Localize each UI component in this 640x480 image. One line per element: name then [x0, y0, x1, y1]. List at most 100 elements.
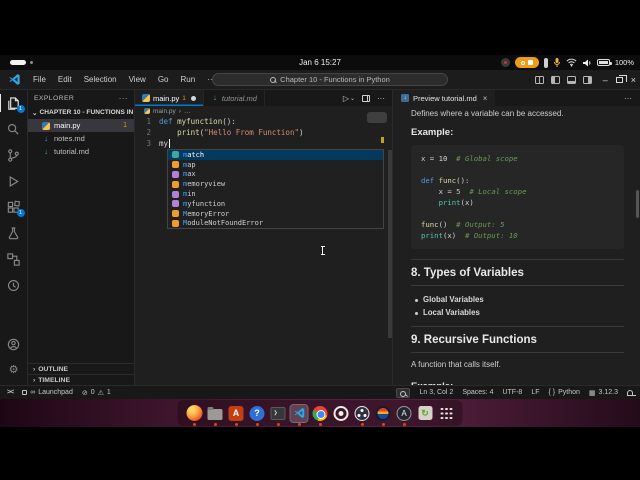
editor-scrollbar-slider[interactable] [367, 112, 387, 123]
activitybar-extension-clock[interactable] [0, 272, 28, 298]
divider [411, 285, 624, 286]
tab-main-py[interactable]: main.py 1 [135, 90, 204, 106]
breadcrumb[interactable]: main.py › … [135, 106, 392, 116]
workspace-folder-row[interactable]: ⌄ CHAPTER 10 - FUNCTIONS IN PYTH... [28, 106, 134, 119]
dock-show-applications[interactable] [438, 405, 455, 422]
menu-edit[interactable]: Edit [53, 73, 77, 86]
activitybar-bottom: ⚙ [0, 331, 28, 385]
suggest-item-memoryview[interactable]: memoryview [168, 179, 383, 189]
activitybar-settings[interactable]: ⚙ [0, 357, 28, 383]
menu-file[interactable]: File [28, 73, 51, 86]
screencast-zoom-icon[interactable] [396, 387, 411, 398]
activitybar-run-debug[interactable] [0, 168, 28, 194]
dock-screen-recorder[interactable] [333, 405, 350, 422]
activitybar-source-control[interactable] [0, 142, 28, 168]
code-line-3[interactable]: 3 my [135, 138, 392, 149]
screen-recording-indicator[interactable] [514, 57, 539, 68]
explorer-more-icon[interactable]: ··· [119, 94, 128, 103]
dock-app-a-dark[interactable]: A [396, 405, 413, 422]
code-editor[interactable]: 1 def myfunction(): 2 print("Hello From F… [135, 116, 392, 149]
tab-preview-tutorial-md[interactable]: ↓ Preview tutorial.md × [393, 90, 496, 106]
problems-status-item[interactable]: ⊘ 0 ⚠ 1 [82, 389, 111, 397]
tab-tutorial-md[interactable]: ↓ tutorial.md [203, 90, 265, 106]
suggest-item-myfunction[interactable]: myfunction [168, 199, 383, 209]
tab-label: Preview tutorial.md [413, 93, 477, 103]
file-row-tutorial-md[interactable]: ↓ tutorial.md [28, 145, 134, 158]
restore-button[interactable] [615, 75, 627, 83]
dock-chrome[interactable] [312, 405, 329, 422]
suggest-item-modulenotfounderror[interactable]: ModuleNotFoundError [168, 219, 383, 229]
preview-scrollbar[interactable] [636, 190, 639, 218]
suggest-item-min[interactable]: min [168, 189, 383, 199]
debug-icon [9, 175, 19, 187]
toggle-secondary-sidebar-icon[interactable] [582, 76, 592, 84]
launchpad-icon [22, 390, 28, 395]
system-tray[interactable]: 100% [500, 55, 634, 70]
dock-firefox[interactable] [186, 405, 203, 422]
close-tab-icon[interactable]: × [483, 94, 488, 103]
breadcrumb-more[interactable]: … [184, 108, 191, 115]
menu-view[interactable]: View [124, 73, 151, 86]
activitybar-extensions[interactable]: 1 [0, 194, 28, 220]
wifi-icon [566, 58, 577, 67]
dock-obs-studio[interactable] [354, 405, 371, 422]
dock-help[interactable]: ? [249, 405, 266, 422]
minimize-button[interactable]: – [603, 75, 608, 85]
error-icon: ⊘ [81, 389, 88, 397]
dock-app-a-orange[interactable]: A [228, 405, 245, 422]
menu-selection[interactable]: Selection [79, 73, 122, 86]
file-row-notes-md[interactable]: ↓ notes.md [28, 132, 134, 145]
customize-layout-icon[interactable] [534, 76, 544, 84]
activitybar-accounts[interactable] [0, 331, 28, 357]
suggest-item-map[interactable]: map [168, 160, 383, 170]
recursive-description: A function that calls itself. [411, 360, 501, 369]
code-line-1[interactable]: 1 def myfunction(): [135, 116, 392, 127]
vscode-titlebar: File Edit Selection View Go Run ··· ← → … [0, 70, 640, 90]
notifications-bell-icon[interactable] [626, 389, 636, 396]
encoding-setting[interactable]: UTF-8 [502, 389, 522, 396]
breadcrumb-file[interactable]: main.py [153, 108, 176, 115]
run-python-file-button[interactable]: ▷ ⌄ [343, 94, 355, 103]
class-kind-icon [172, 161, 179, 169]
indentation-setting[interactable]: Spaces: 4 [462, 389, 493, 396]
editor-scrollbar-track[interactable] [388, 150, 392, 338]
language-mode[interactable]: { } Python [548, 389, 579, 396]
command-center-search[interactable]: Chapter 10 - Functions in Python [212, 73, 448, 86]
file-row-main-py[interactable]: main.py 1 [28, 119, 134, 132]
dock-terminal[interactable]: ❯ [270, 405, 287, 422]
preview-intro-text: Defines where a variable can be accessed… [411, 109, 564, 118]
camera-indicator-icon[interactable] [500, 58, 510, 67]
activitybar-search[interactable] [0, 116, 28, 142]
launchpad-status-item[interactable]: ∞ Launchpad [22, 389, 73, 396]
dock-app-orange-blue[interactable] [375, 405, 392, 422]
activitybar-references[interactable] [0, 246, 28, 272]
toggle-sidebar-icon[interactable] [550, 76, 560, 84]
heading-recursive-functions: 9. Recursive Functions [411, 334, 537, 346]
python-interpreter[interactable]: ▦ 3.12.3 [589, 389, 618, 397]
keyword-kind-icon [172, 151, 179, 159]
split-editor-icon[interactable] [362, 94, 370, 102]
timeline-section-header[interactable]: › TIMELINE [28, 374, 134, 385]
account-icon [7, 338, 20, 350]
menu-run[interactable]: Run [175, 73, 200, 86]
dock-trash[interactable]: ↻ [417, 405, 434, 422]
toggle-panel-icon[interactable] [566, 76, 576, 84]
dock-vscode-active[interactable] [289, 403, 309, 423]
suggest-item-max[interactable]: max [168, 170, 383, 180]
modified-dot-icon[interactable] [190, 95, 196, 101]
preview-more-icon[interactable]: ··· [616, 90, 640, 106]
cursor-position[interactable]: Ln 3, Col 2 [419, 389, 453, 396]
menu-go[interactable]: Go [153, 73, 174, 86]
dock-files[interactable] [207, 405, 224, 422]
suggest-item-memoryerror[interactable]: MemoryError [168, 209, 383, 219]
close-button[interactable]: × [631, 75, 636, 85]
markdown-preview-panel: ↓ Preview tutorial.md × ··· Defines wher… [392, 90, 640, 385]
activitybar-explorer[interactable]: 1 [0, 90, 28, 116]
outline-section-header[interactable]: › OUTLINE [28, 363, 134, 374]
editor-more-icon[interactable]: ··· [377, 94, 385, 103]
remote-indicator[interactable]: >< [7, 389, 14, 396]
suggest-item-match[interactable]: match [168, 150, 383, 160]
code-line-2[interactable]: 2 print("Hello From Function") [135, 127, 392, 138]
activitybar-testing[interactable] [0, 220, 28, 246]
eol-setting[interactable]: LF [531, 389, 539, 396]
